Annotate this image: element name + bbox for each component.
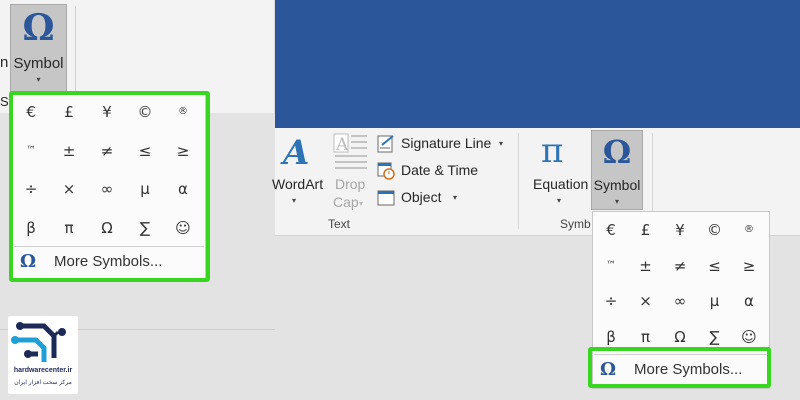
dropcap-icon: A	[333, 133, 367, 169]
symbol-cell[interactable]: ™	[592, 247, 630, 285]
wordart-label: WordArt	[272, 176, 324, 192]
signature-line-label: Signature Line	[401, 135, 492, 151]
chevron-down-icon: ▾	[453, 193, 458, 202]
chevron-down-icon: ▾	[499, 139, 504, 148]
symbol-cell[interactable]: µ	[696, 282, 734, 320]
dropcap-label-line2: Cap	[333, 194, 359, 210]
calendar-clock-icon	[377, 162, 395, 180]
symbol-button-left[interactable]: Ω Symbol ▾	[10, 4, 67, 92]
symbol-cell[interactable]: α	[730, 282, 768, 320]
omega-icon: Ω	[602, 133, 632, 171]
object-icon	[377, 190, 395, 206]
symbol-cell[interactable]: ®	[730, 211, 768, 249]
highlight-box	[588, 347, 771, 388]
chevron-down-icon: ▾	[359, 199, 364, 208]
symbol-cell[interactable]: ÷	[592, 282, 630, 320]
chevron-down-icon: ▾	[292, 196, 297, 205]
symbol-cell[interactable]: ≥	[730, 247, 768, 285]
symbol-button[interactable]: Ω Symbol ▾	[591, 130, 643, 210]
symbol-cell[interactable]: ¥	[661, 211, 699, 249]
date-time-button[interactable]: Date & Time	[377, 160, 487, 182]
logo-tagline: مرکز سخت افزار ایران	[14, 380, 72, 386]
wordart-icon: A	[283, 133, 310, 173]
omega-icon: Ω	[22, 7, 55, 49]
signature-line-button[interactable]: Signature Line ▾	[377, 133, 507, 155]
date-time-label: Date & Time	[401, 162, 479, 178]
title-bar	[275, 0, 800, 128]
symbol-cell[interactable]: ∞	[661, 282, 699, 320]
clipped-label-left: n	[0, 54, 9, 71]
dropcap-label: Drop	[335, 176, 366, 192]
group-label-text: Text	[328, 217, 351, 231]
highlight-box	[9, 91, 210, 282]
chevron-down-icon: ▾	[614, 197, 619, 206]
chevron-down-icon: ▾	[557, 196, 562, 205]
symbol-cell[interactable]: ×	[627, 282, 665, 320]
symbol-cell[interactable]: €	[592, 211, 630, 249]
equation-label: Equation	[533, 176, 589, 192]
ribbon-separator	[518, 133, 519, 229]
symbol-button-label: Symbol	[593, 177, 641, 193]
group-label-symbols-clipped: Symb	[560, 217, 591, 231]
symbol-cell[interactable]: ≤	[696, 247, 734, 285]
chevron-down-icon: ▾	[36, 75, 41, 84]
pi-icon: π	[541, 131, 564, 171]
object-label: Object	[401, 189, 442, 205]
object-button[interactable]: Object ▾	[377, 187, 467, 209]
symbol-button-label: Symbol	[13, 55, 64, 72]
svg-text:A: A	[335, 135, 349, 155]
ribbon-separator	[75, 6, 76, 94]
symbol-cell[interactable]: ±	[627, 247, 665, 285]
symbol-cell[interactable]: ≠	[661, 247, 699, 285]
circuit-logo-icon	[11, 322, 66, 362]
hardwarecenter-logo: hardwarecenter.ir مرکز سخت افزار ایران	[8, 316, 78, 394]
logo-site-name: hardwarecenter.ir	[13, 367, 73, 374]
signature-line-icon	[377, 135, 394, 153]
symbol-cell[interactable]: ©	[696, 211, 734, 249]
symbol-cell[interactable]: £	[627, 211, 665, 249]
